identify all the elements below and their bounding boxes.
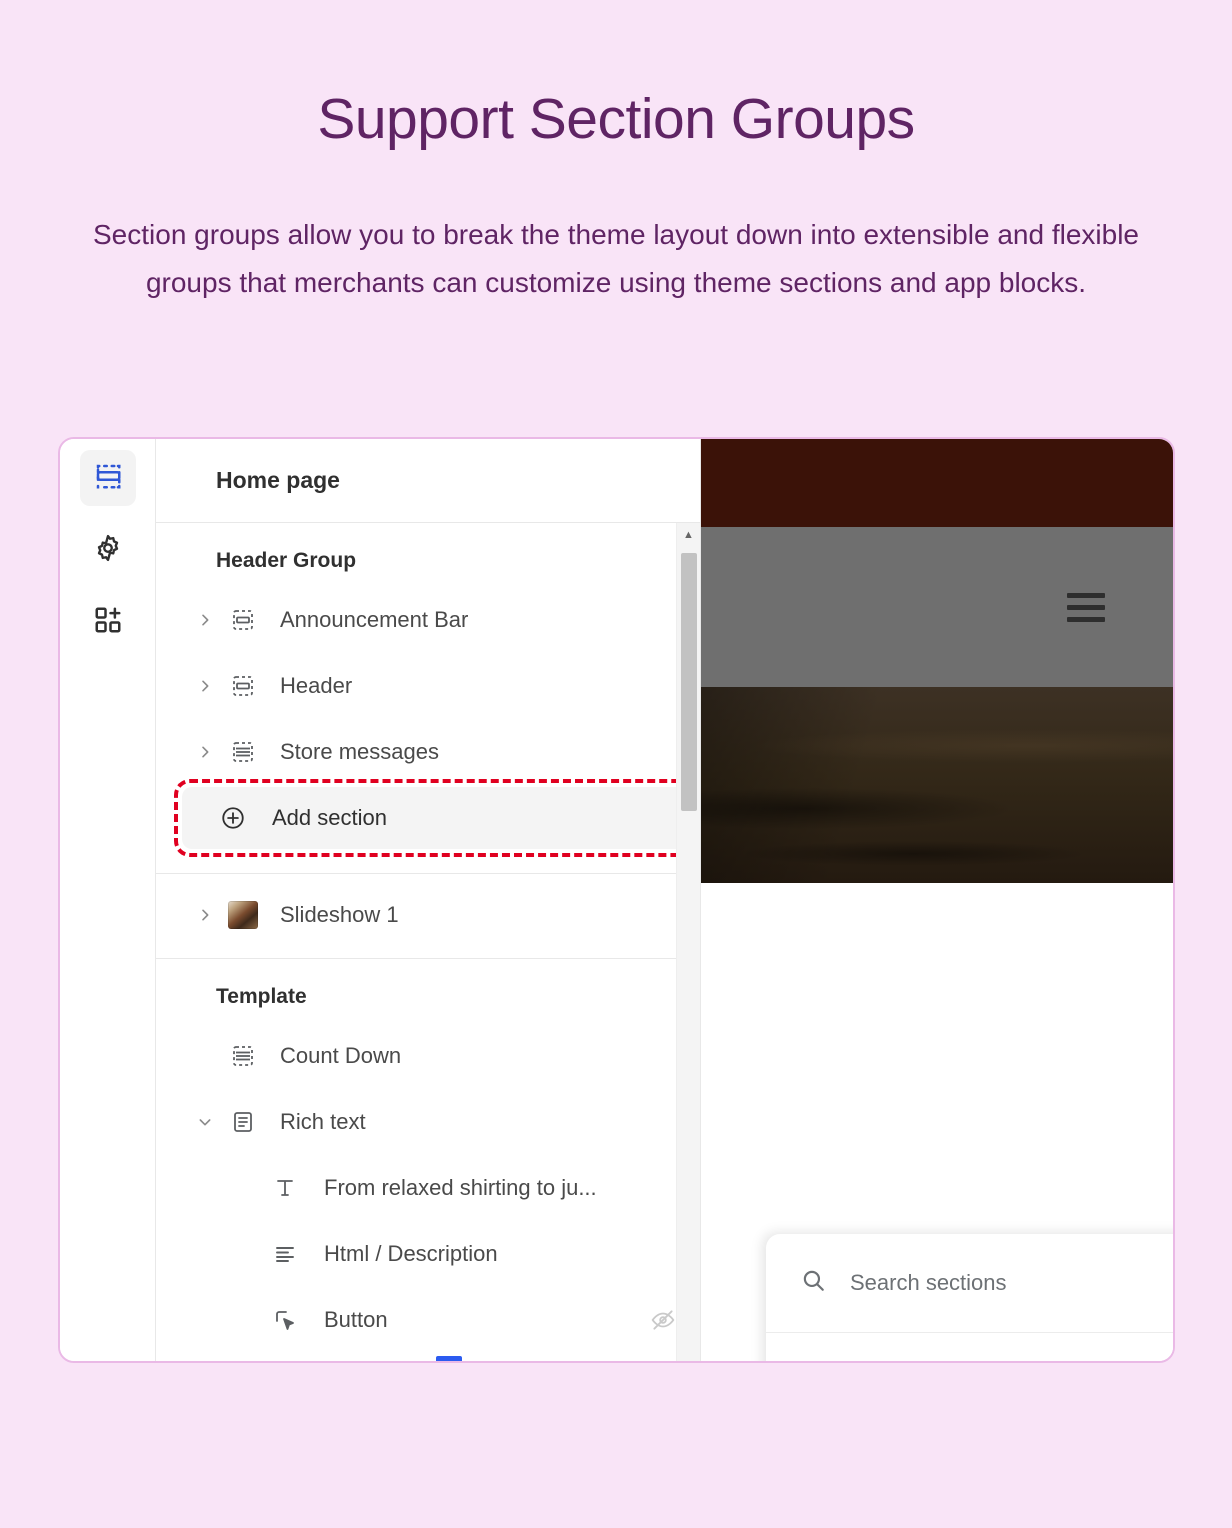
sidebar-item-theme-settings[interactable] xyxy=(80,522,136,578)
section-tree-panel: Home page Header Group Announcement Bar xyxy=(156,439,701,1361)
tree-row-html-description[interactable]: Html / Description xyxy=(156,1221,700,1287)
button-icon xyxy=(268,1308,302,1332)
theme-editor-screenshot: Home page Header Group Announcement Bar xyxy=(58,437,1175,1363)
tree-row-label: Html / Description xyxy=(324,1241,498,1266)
text-block-icon xyxy=(268,1176,302,1200)
tree-scrollbar[interactable]: ▲ xyxy=(676,523,700,1361)
plus-circle-icon xyxy=(216,805,250,831)
tree-row-text-block[interactable]: From relaxed shirting to ju... xyxy=(156,1155,700,1221)
chevron-right-icon[interactable] xyxy=(192,678,218,694)
gear-icon xyxy=(93,533,123,568)
search-sections-bar[interactable] xyxy=(766,1234,1173,1333)
hidden-eye-slash-icon[interactable] xyxy=(650,1307,676,1333)
apps-icon xyxy=(93,605,123,640)
preview-header xyxy=(701,527,1173,687)
tree-row-label: From relaxed shirting to ju... xyxy=(324,1175,597,1200)
tree-row-count-down[interactable]: Count Down xyxy=(156,1023,700,1089)
tree-row-button[interactable]: Button xyxy=(156,1287,700,1353)
hamburger-menu-icon[interactable] xyxy=(1067,586,1105,629)
tree-row-slideshow[interactable]: Slideshow 1 xyxy=(156,882,700,948)
sidebar-item-sections[interactable] xyxy=(79,450,136,506)
section-icon xyxy=(226,608,260,632)
tree-body: Header Group Announcement Bar Header Sto… xyxy=(156,523,700,1361)
tree-row-header[interactable]: Header xyxy=(156,653,700,719)
section-icon xyxy=(226,674,260,698)
scrollbar-thumb[interactable] xyxy=(681,553,697,811)
chevron-right-icon[interactable] xyxy=(192,612,218,628)
tab-sections[interactable]: Sections 20 xyxy=(788,1333,993,1363)
tree-row-announcement-bar[interactable]: Announcement Bar xyxy=(156,587,700,653)
sidebar-item-apps[interactable] xyxy=(80,594,136,650)
chevron-right-icon[interactable] xyxy=(192,907,218,923)
tab-apps[interactable]: Apps 0 xyxy=(1058,1333,1175,1363)
tree-page-title: Home page xyxy=(156,439,700,523)
preview-slideshow-image xyxy=(701,687,1173,883)
page-subtitle: Section groups allow you to break the th… xyxy=(93,218,1139,298)
section-icon xyxy=(226,740,260,764)
add-section-popover: Sections 20 Apps 0 Team membe xyxy=(766,1234,1175,1363)
paragraph-icon xyxy=(268,1242,302,1266)
tree-row-partial-indicator xyxy=(436,1356,462,1361)
page-title: Support Section Groups xyxy=(317,87,915,151)
section-icon xyxy=(226,1044,260,1068)
tree-row-label: Slideshow 1 xyxy=(280,902,399,927)
tree-row-rich-text[interactable]: Rich text xyxy=(156,1089,700,1155)
theme-preview[interactable] xyxy=(701,439,1173,1361)
preview-announcement-bar xyxy=(701,439,1173,527)
tab-apps-count: 0 xyxy=(1151,1362,1175,1363)
add-section-button[interactable]: Add section xyxy=(174,779,694,857)
image-thumbnail-icon xyxy=(226,901,260,929)
tab-sections-count: 20 xyxy=(920,1362,971,1363)
tree-row-label: Button xyxy=(324,1307,388,1332)
tree-row-label: Header xyxy=(280,673,353,698)
rich-text-icon xyxy=(226,1110,260,1134)
hero-section: Support Section Groups Section groups al… xyxy=(0,0,1232,307)
tree-group-label: Header Group xyxy=(216,549,357,572)
tree-row-label: Count Down xyxy=(280,1043,402,1068)
chevron-down-icon[interactable] xyxy=(192,1114,218,1130)
tree-template-label: Template xyxy=(216,985,307,1008)
tree-row-store-messages[interactable]: Store messages xyxy=(156,719,700,785)
popover-tabs: Sections 20 Apps 0 xyxy=(766,1333,1175,1363)
search-icon xyxy=(800,1267,826,1298)
add-section-label: Add section xyxy=(272,805,387,830)
search-sections-input[interactable] xyxy=(850,1269,1173,1296)
tree-row-label: Store messages xyxy=(280,739,439,764)
sections-icon xyxy=(93,461,123,496)
tree-row-label: Announcement Bar xyxy=(280,607,469,632)
chevron-right-icon[interactable] xyxy=(192,744,218,760)
editor-sidebar-rail xyxy=(60,439,156,1361)
tree-divider xyxy=(156,873,700,874)
scroll-up-arrow-icon[interactable]: ▲ xyxy=(677,523,700,547)
tree-row-label: Rich text xyxy=(280,1109,366,1134)
